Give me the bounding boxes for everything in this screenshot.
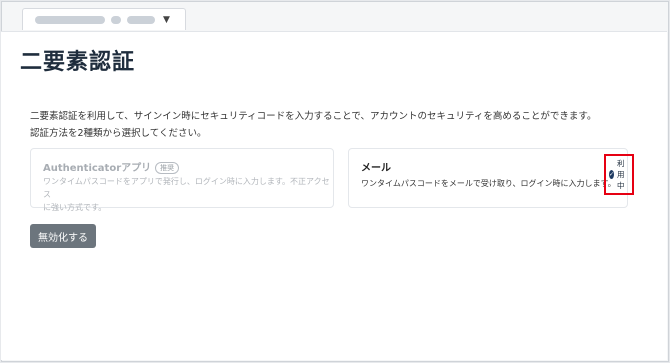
method-card-email[interactable]: メール ワンタイムパスコードをメールで受け取り、ログイン時に入力します。 ✓ 利… xyxy=(348,148,634,208)
page-title: 二要素認証 xyxy=(20,50,136,75)
description-line-1: 二要素認証を利用して、サインイン時にセキュリティコードを入力することで、アカウン… xyxy=(30,111,597,122)
redacted-separator xyxy=(111,15,121,24)
authenticator-title: Authenticatorアプリ 推奨 xyxy=(43,159,180,174)
caret-down-icon[interactable]: ▼ xyxy=(163,15,170,25)
email-title: メール xyxy=(361,163,391,174)
email-description: ワンタイムパスコードをメールで受け取り、ログイン時に入力します。 xyxy=(361,179,616,188)
description: 二要素認証を利用して、サインイン時にセキュリティコードを入力することで、アカウン… xyxy=(30,108,597,142)
redacted-workspace-name xyxy=(127,15,155,24)
in-use-status-label: 利用中 xyxy=(617,159,625,190)
redacted-account-name xyxy=(35,15,105,24)
recommended-badge: 推奨 xyxy=(155,162,180,174)
method-card-authenticator[interactable]: Authenticatorアプリ 推奨 ワンタイムパスコードをアプリで発行し、ログ… xyxy=(30,148,334,212)
description-line-2: 認証方法を2種類から選択してください。 xyxy=(30,128,207,139)
in-use-status-badge: ✓ 利用中 xyxy=(604,154,634,195)
authenticator-title-text: Authenticatorアプリ xyxy=(43,163,152,174)
disable-button[interactable]: 無効化する xyxy=(30,224,96,248)
authenticator-description-line-2: に強い方式です。 xyxy=(43,203,107,212)
account-selector-tab[interactable]: ▼ xyxy=(22,8,186,30)
authenticator-description: ワンタイムパスコードをアプリで発行し、ログイン時に入力します。不正アクセス に強… xyxy=(43,175,333,214)
check-circle-icon: ✓ xyxy=(609,170,615,179)
authenticator-description-line-1: ワンタイムパスコードをアプリで発行し、ログイン時に入力します。不正アクセス xyxy=(43,177,330,199)
